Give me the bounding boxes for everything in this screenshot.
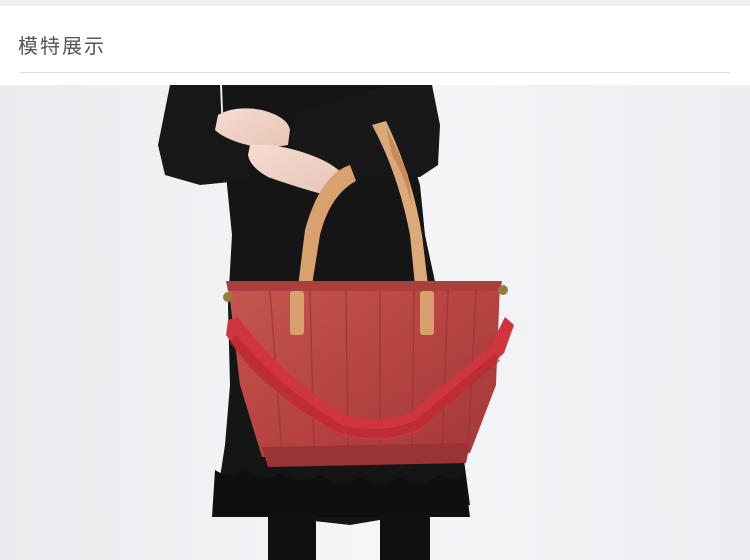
header-divider bbox=[20, 72, 730, 73]
section-title: 模特展示 bbox=[18, 34, 106, 58]
clasp-left bbox=[223, 292, 233, 302]
bag-bottom bbox=[262, 443, 470, 467]
handle-tab-left bbox=[290, 291, 304, 335]
bag-top-edge bbox=[226, 281, 502, 291]
left-leg bbox=[268, 513, 316, 560]
clasp-right bbox=[498, 285, 508, 295]
handle-tab-right bbox=[420, 291, 434, 335]
right-leg bbox=[380, 513, 430, 560]
model-photo bbox=[0, 85, 750, 560]
section-header: 模特展示 bbox=[0, 6, 750, 85]
